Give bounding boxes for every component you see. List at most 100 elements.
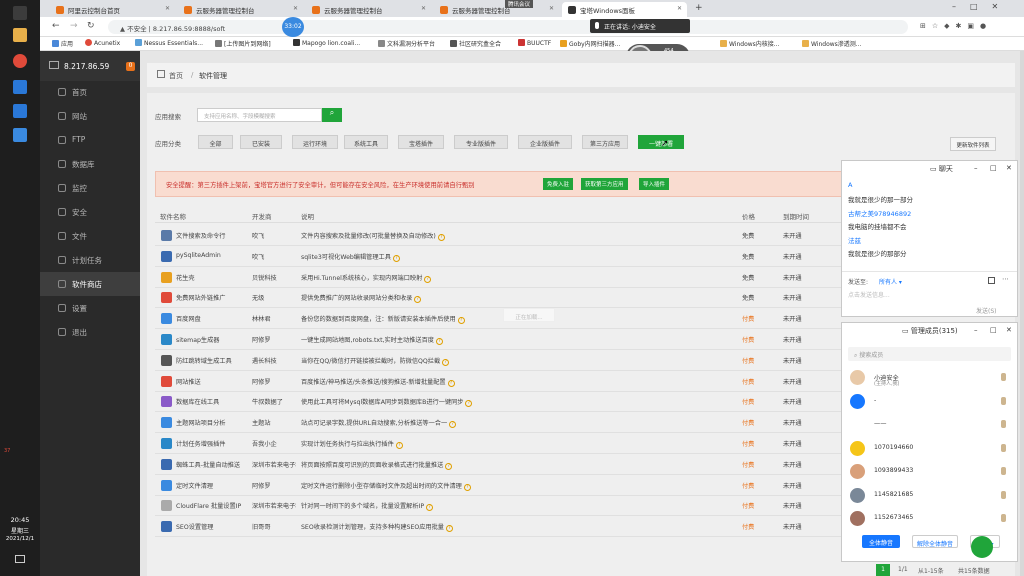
help-icon[interactable]: ? [447,379,455,387]
unmute-all-button[interactable]: 解除全体静音 [912,535,958,548]
help-icon[interactable]: ? [442,358,450,366]
mic-icon[interactable] [1001,420,1006,428]
mic-icon[interactable] [1001,443,1006,452]
chrome-icon[interactable] [13,54,27,68]
tab-aliyun[interactable]: 阿里云控制台首页 ✕ [50,2,175,17]
help-icon[interactable]: ? [465,400,473,408]
table-row[interactable]: sitemap生成器 阿修罗 一键生成网站地图,robots.txt,实时主动推送百… [155,330,845,350]
tab-ecs-3[interactable]: 云服务器管理控制台 ✕ [434,2,559,17]
mute-all-button[interactable]: 全体静音 [862,535,900,548]
close-icon[interactable]: ✕ [293,5,298,12]
table-row[interactable]: 主题网站项目分析 主题站 站点可记录字数,提供URL自动搜索,分析推送等一合一? 付费… [155,413,845,434]
float-button[interactable] [971,536,993,558]
address-field[interactable]: ▲ 不安全 | 8.217.86.59:8888/soft [108,20,908,34]
help-icon[interactable]: ? [449,421,457,429]
bookmark-item[interactable]: Nessus Essentials... [135,39,203,47]
help-icon[interactable]: ? [414,296,422,304]
help-icon[interactable]: ? [445,462,453,470]
bookmark-item[interactable]: 社区研究盒全合 [450,39,501,48]
tab-bt-panel[interactable]: 宝塔Windows面板 ✕ [562,2,687,17]
category-1[interactable]: 已安装 [240,135,282,149]
member-item[interactable]: 小迪安全 (主持人,我) [850,367,1010,387]
notice-import[interactable]: 导入插件 [639,178,670,190]
help-icon[interactable]: ? [424,275,432,283]
system-tray[interactable]: 37 [4,448,36,498]
member-item[interactable]: 1145821685 [850,485,1010,505]
mic-icon[interactable] [1001,514,1006,522]
help-icon[interactable]: ? [445,525,453,533]
sidebar-item-6[interactable]: 文件 [40,224,140,248]
bookmark-apps[interactable]: 应用 [52,39,73,48]
extension-icons[interactable]: ⊞☆◆✱▣● [920,22,1010,32]
sidebar-item-8[interactable]: 软件商店 [40,272,140,296]
file-explorer-icon[interactable] [13,28,27,42]
notification-icon[interactable] [15,555,25,563]
close-icon[interactable]: ✕ [1006,164,1012,172]
sidebar-item-4[interactable]: 监控 [40,176,140,200]
table-row[interactable]: 计划任务增强插件 吾我小企 实现计划任务执行与拉出执行插件? 付费 未开通 [155,434,845,454]
reload-icon[interactable]: ↻ [87,21,95,31]
sidebar-item-10[interactable]: 退出 [40,320,140,344]
app-icon-1[interactable] [13,80,27,94]
send-button[interactable]: 发送(S) [976,306,997,315]
search-button[interactable]: ⌕ [322,108,342,122]
search-input[interactable]: 支持应用名称、字段模糊搜索 [197,108,322,122]
minimize-icon[interactable]: – [974,326,978,334]
breadcrumb-home[interactable]: 首页 [169,71,183,81]
mic-icon[interactable] [1001,467,1006,475]
table-row[interactable]: pySqliteAdmin 吹飞 sqlite3可视化Web编辑管理工具? 免费 未开通 [155,247,845,267]
table-row[interactable]: 文件搜索及命令行 吹飞 文件内容搜索及批量修改(可批量替换及自动修改)? 免费 未开通 [155,226,845,246]
bookmark-item[interactable]: BUUCTF [518,39,551,47]
help-icon[interactable]: ? [426,504,434,512]
member-search[interactable]: ⌕ 搜索成员 [848,347,1011,361]
back-icon[interactable]: ← [52,21,60,31]
mic-icon[interactable] [1001,490,1006,499]
help-icon[interactable]: ? [395,442,403,449]
table-row[interactable]: CloudFlare 批量设置IP 深圳市若来电子科技有限公司针对同一时间下的多个… [155,496,845,517]
close-icon[interactable]: ✕ [421,5,426,12]
sidebar-item-2[interactable]: FTP [40,128,140,152]
help-icon[interactable]: ? [463,483,471,491]
maximize-icon[interactable]: □ [990,326,997,334]
category-5[interactable]: 专业版插件 [454,135,508,149]
sidebar-item-1[interactable]: 网站 [40,104,140,128]
category-2[interactable]: 运行环境 [292,135,338,149]
notice-get-apps[interactable]: 获取第三方应用 [581,178,628,190]
help-icon[interactable]: ? [437,234,445,241]
tab-ecs-1[interactable]: 云服务器管理控制台 ✕ [178,2,303,17]
table-row[interactable]: 蜘蛛工具-批量自动推送 深圳市若来电子科技有限公司将页面按照百度可识别的页面收录格… [155,455,845,475]
new-tab-button[interactable]: + [695,3,703,13]
category-3[interactable]: 系统工具 [344,135,388,149]
more-icon[interactable]: ⋯ [1002,275,1009,283]
member-item[interactable]: - [850,391,1010,411]
image-icon[interactable] [988,277,995,284]
send-to-select[interactable]: 所有人 ▾ [879,277,902,286]
sidebar-item-9[interactable]: 设置 [40,296,140,320]
help-icon[interactable]: ? [435,338,443,345]
sidebar-item-7[interactable]: 计划任务 [40,248,140,272]
table-row[interactable]: 花生壳 贝锐科技 采用Hi.Tunnel系统核心，实现内网端口映射? 免费 未开通 [155,268,845,288]
sidebar-item-3[interactable]: 数据库 [40,152,140,176]
category-4[interactable]: 宝塔插件 [398,135,444,149]
bookmark-item[interactable]: 文科漏洞分析平台 [378,39,435,48]
table-row[interactable]: 百度网盘 林林君 备份您的数据到百度网盘，注：新版请安装本插件后使用? 付费 未开通 [155,309,845,330]
app-icon-2[interactable] [13,104,27,118]
maximize-icon[interactable]: □ [990,164,997,172]
mic-icon[interactable] [1001,396,1006,405]
start-icon[interactable] [13,6,27,20]
close-icon[interactable]: ✕ [1006,326,1012,334]
minimize-icon[interactable]: – [974,164,978,172]
category-0[interactable]: 全部 [198,135,233,149]
update-list-button[interactable]: 更新软件列表 [950,137,996,151]
member-item[interactable]: 1152673465 [850,508,1010,528]
category-6[interactable]: 企业版插件 [518,135,572,149]
table-row[interactable]: 定时文件清理 阿修罗 定时文件运行删除小型存储临时文件及超出时间的文件清理? 付费 未开… [155,476,845,496]
member-item[interactable]: 1070194660 [850,438,1010,458]
notice-free-join[interactable]: 免费入驻 [543,178,574,190]
bookmark-item[interactable]: [上传图片到网络] [215,39,271,48]
window-controls[interactable]: –□✕ [952,2,1012,11]
sidebar-item-5[interactable]: 安全 [40,200,140,224]
chat-input[interactable]: 点击发送信息... [848,290,890,299]
close-icon[interactable]: ✕ [549,5,554,12]
page-current[interactable]: 1 [876,564,890,576]
